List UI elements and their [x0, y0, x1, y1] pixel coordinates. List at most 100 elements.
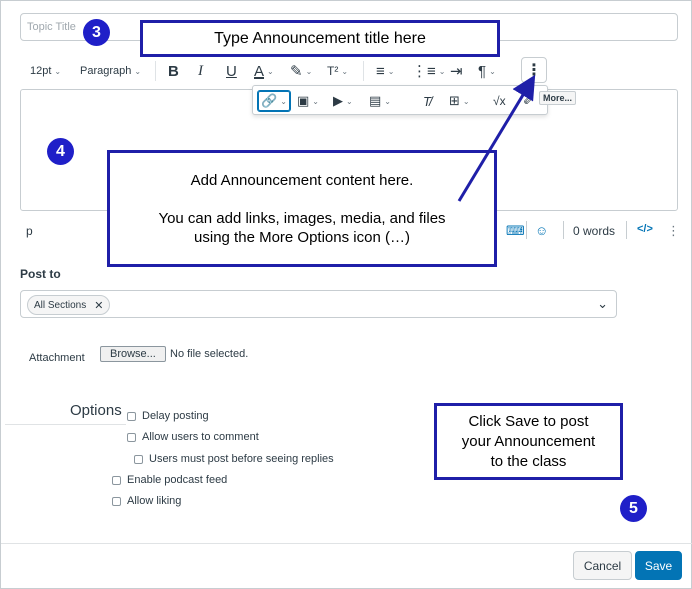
image-button[interactable]: ▣ ⌄: [297, 90, 319, 112]
block-format-value: Paragraph: [80, 65, 132, 77]
save-callout: Click Save to post your Announcement to …: [434, 403, 623, 480]
post-to-label: Post to: [20, 267, 61, 281]
content-callout-line-3: using the More Options icon (…): [194, 229, 410, 246]
keyboard-shortcuts-icon[interactable]: ⌨: [506, 223, 525, 239]
liking-checkbox[interactable]: [112, 496, 121, 506]
allow-comments-label: Allow users to comment: [142, 431, 259, 443]
allow-comments-checkbox[interactable]: [127, 432, 136, 442]
save-callout-line-1: Click Save to post: [468, 413, 589, 430]
resize-handle-icon[interactable]: ⋮: [667, 223, 680, 239]
save-callout-line-3: to the class: [490, 453, 567, 470]
delay-posting-option[interactable]: Delay posting: [127, 410, 209, 422]
chevron-down-icon: ⌄: [438, 66, 446, 76]
vertical-ellipsis-icon: ⋮: [526, 62, 542, 79]
podcast-option[interactable]: Enable podcast feed: [112, 474, 227, 486]
attachment-label: Attachment: [29, 352, 85, 364]
highlighter-icon: ✎: [290, 63, 303, 80]
underline-button[interactable]: U: [226, 57, 237, 85]
bullet-list-icon: ⋮≡: [412, 63, 436, 80]
callout-spacer: [110, 190, 494, 209]
podcast-checkbox[interactable]: [112, 475, 121, 485]
step-badge-4: 4: [47, 138, 74, 165]
chevron-down-icon: ⌄: [54, 66, 62, 76]
highlight-button[interactable]: ✎ ⌄: [290, 57, 312, 85]
section-chip: All Sections ✕: [27, 295, 111, 315]
save-button[interactable]: Save: [635, 551, 682, 580]
no-file-text: No file selected.: [170, 348, 249, 360]
plugin-icon: ✐: [523, 93, 534, 108]
allow-comments-option[interactable]: Allow users to comment: [127, 431, 259, 443]
title-callout: Type Announcement title here: [140, 20, 500, 57]
liking-option[interactable]: Allow liking: [112, 495, 181, 507]
chevron-down-icon: ⌄: [384, 96, 391, 106]
accessibility-icon[interactable]: ☺: [535, 223, 548, 238]
superscript-button[interactable]: T² ⌄: [327, 57, 348, 85]
italic-button[interactable]: I: [198, 57, 203, 85]
word-count[interactable]: 0 words: [573, 224, 615, 238]
chevron-down-icon[interactable]: ⌄: [597, 296, 608, 312]
clear-formatting-button[interactable]: T̸: [423, 90, 431, 112]
text-color-button[interactable]: A ⌄: [254, 57, 274, 85]
html-editor-toggle-icon[interactable]: </>: [637, 223, 653, 235]
section-chip-label: All Sections: [34, 299, 87, 311]
text-direction-button[interactable]: ¶ ⌄: [478, 57, 496, 85]
content-callout-line-2: You can add links, images, media, and fi…: [158, 210, 446, 227]
status-divider: [563, 221, 564, 239]
table-button[interactable]: ⊞ ⌄: [449, 90, 470, 112]
must-post-checkbox[interactable]: [134, 454, 143, 464]
must-post-option[interactable]: Users must post before seeing replies: [134, 453, 334, 465]
font-size-select[interactable]: 12pt ⌄: [30, 57, 61, 85]
options-divider: [5, 424, 126, 425]
post-to-sections-select[interactable]: All Sections ✕ ⌄: [20, 290, 617, 318]
table-icon: ⊞: [449, 93, 460, 108]
bold-button[interactable]: B: [168, 57, 179, 85]
document-button[interactable]: ▤ ⌄: [369, 90, 391, 112]
step-badge-3: 3: [83, 19, 110, 46]
options-heading: Options: [70, 402, 122, 419]
chevron-down-icon: ⌄: [462, 96, 470, 106]
chevron-down-icon: ⌄: [346, 96, 353, 106]
delay-posting-label: Delay posting: [142, 410, 209, 422]
cancel-button[interactable]: Cancel: [573, 551, 632, 580]
document-icon: ▤: [369, 93, 382, 108]
content-callout: Add Announcement content here. You can a…: [107, 150, 497, 267]
chevron-down-icon: ⌄: [341, 66, 349, 76]
browse-button[interactable]: Browse...: [100, 346, 166, 362]
indent-button[interactable]: ⇥: [450, 57, 463, 85]
save-callout-line-2: your Announcement: [461, 433, 596, 450]
delay-posting-checkbox[interactable]: [127, 411, 136, 421]
announcement-editor-page: 12pt⌄ Paragraph⌄ B I U A⌄ ✎⌄ T²⌄ ≡⌄ ⋮≡⌄ …: [0, 0, 692, 589]
apps-button[interactable]: ✐: [523, 90, 534, 112]
list-button[interactable]: ⋮≡ ⌄: [412, 57, 445, 85]
rich-text-toolbar: 12pt ⌄ Paragraph ⌄ B I U A ⌄ ✎ ⌄ T² ⌄ ≡ ⌄ ⋮≡ ⌄ …: [20, 57, 678, 85]
chevron-down-icon: ⌄: [312, 96, 319, 106]
clear-formatting-icon: T̸: [423, 93, 431, 109]
media-button[interactable]: ▶ ⌄: [333, 90, 353, 112]
block-format-select[interactable]: Paragraph ⌄: [80, 57, 141, 85]
square-root-icon: √x: [493, 94, 506, 108]
chevron-down-icon: ⌄: [134, 66, 142, 76]
close-icon[interactable]: ✕: [94, 299, 103, 312]
podcast-label: Enable podcast feed: [127, 474, 228, 486]
chevron-down-icon: ⌄: [267, 66, 274, 76]
align-button[interactable]: ≡ ⌄: [376, 57, 394, 85]
equation-button[interactable]: √x: [493, 90, 506, 112]
superscript-icon: T²: [327, 64, 339, 78]
text-color-icon: A: [254, 62, 265, 80]
align-left-icon: ≡: [376, 62, 385, 80]
status-divider: [526, 221, 527, 239]
font-size-value: 12pt: [30, 65, 52, 77]
element-path: p: [26, 224, 33, 238]
paragraph-direction-icon: ¶: [478, 62, 487, 80]
image-icon: ▣: [297, 93, 310, 108]
status-divider: [626, 221, 627, 239]
chevron-down-icon: ⌄: [280, 96, 287, 106]
step-badge-5: 5: [620, 495, 647, 522]
content-callout-line-1: Add Announcement content here.: [190, 172, 414, 189]
liking-label: Allow liking: [127, 495, 182, 507]
more-options-button[interactable]: ⋮: [521, 57, 547, 83]
toolbar-divider: [363, 61, 364, 81]
link-button[interactable]: 🔗 ⌄: [257, 90, 291, 112]
chevron-down-icon: ⌄: [489, 66, 496, 76]
toolbar-divider: [155, 61, 156, 81]
